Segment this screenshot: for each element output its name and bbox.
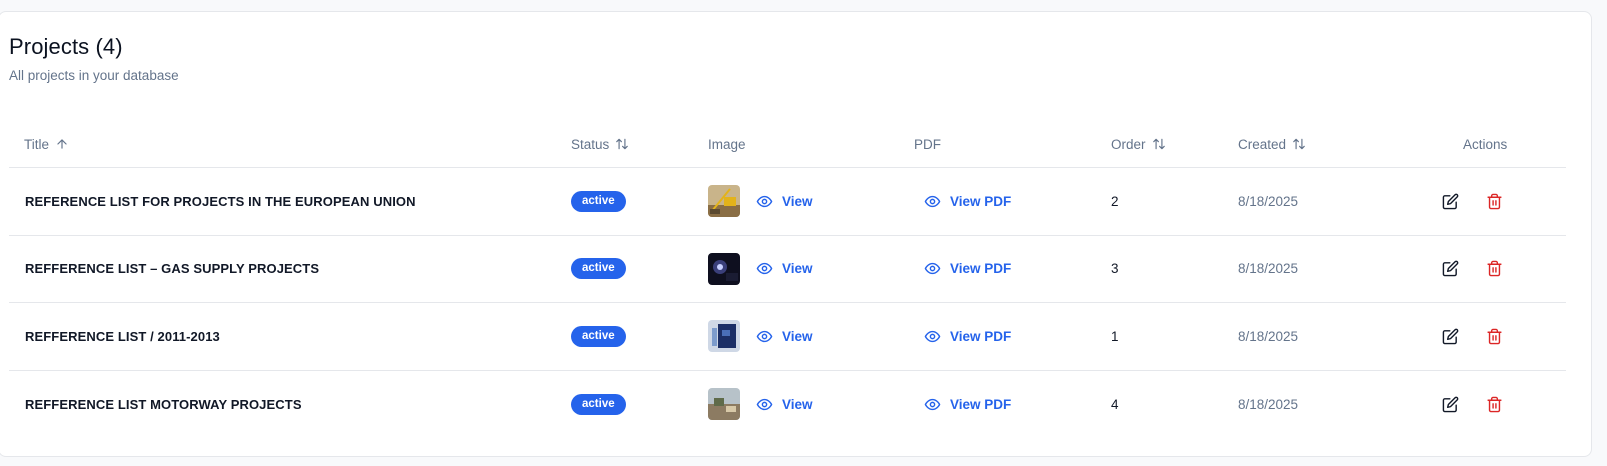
projects-card: Projects (4) All projects in your databa… xyxy=(0,11,1592,457)
view-image-link[interactable]: View xyxy=(756,193,813,210)
trash-icon[interactable] xyxy=(1486,193,1503,210)
edit-icon[interactable] xyxy=(1442,193,1459,210)
trash-icon[interactable] xyxy=(1486,328,1503,345)
view-image-label: View xyxy=(782,328,813,344)
view-pdf-label: View PDF xyxy=(950,396,1012,412)
image-cell: View xyxy=(708,236,813,303)
order-value: 4 xyxy=(1111,396,1119,412)
eye-icon xyxy=(924,195,941,207)
column-header-actions: Actions xyxy=(1463,120,1507,168)
sort-arrows-icon xyxy=(616,138,629,150)
created-date: 8/18/2025 xyxy=(1238,261,1299,277)
column-actions-label: Actions xyxy=(1463,136,1508,152)
project-thumbnail[interactable] xyxy=(708,320,740,353)
eye-icon xyxy=(756,398,773,410)
column-header-order[interactable]: Order xyxy=(1111,120,1166,168)
eye-icon xyxy=(756,263,773,275)
view-pdf-label: View PDF xyxy=(950,261,1012,277)
edit-icon[interactable] xyxy=(1442,328,1459,345)
column-header-created[interactable]: Created xyxy=(1238,120,1306,168)
project-thumbnail[interactable] xyxy=(708,252,740,285)
actions-cell xyxy=(1442,371,1503,439)
view-image-label: View xyxy=(782,261,813,277)
eye-icon xyxy=(924,330,941,342)
view-pdf-link[interactable]: View PDF xyxy=(924,193,1011,210)
page-title: Projects (4) xyxy=(9,34,123,59)
column-pdf-label: PDF xyxy=(914,136,941,152)
created-date: 8/18/2025 xyxy=(1238,396,1299,412)
actions-cell xyxy=(1442,168,1503,235)
created-date: 8/18/2025 xyxy=(1238,193,1299,209)
view-image-link[interactable]: View xyxy=(756,328,813,345)
page-subtitle: All projects in your database xyxy=(9,68,179,83)
column-status-label: Status xyxy=(571,136,610,152)
image-cell: View xyxy=(708,168,813,235)
project-title: REFFERENCE LIST MOTORWAY PROJECTS xyxy=(25,396,302,412)
table-row: REFFERENCE LIST / 2011-2013 active View … xyxy=(9,303,1566,371)
view-pdf-label: View PDF xyxy=(950,193,1012,209)
status-badge: active xyxy=(571,393,626,415)
view-image-label: View xyxy=(782,193,813,209)
view-pdf-link[interactable]: View PDF xyxy=(924,328,1011,345)
image-cell: View xyxy=(708,371,813,439)
column-header-status[interactable]: Status xyxy=(571,120,629,168)
project-thumbnail[interactable] xyxy=(708,185,740,218)
sort-arrows-icon xyxy=(1152,138,1165,150)
view-pdf-link[interactable]: View PDF xyxy=(924,260,1011,277)
column-title-label: Title xyxy=(24,136,50,152)
column-created-label: Created xyxy=(1238,136,1287,152)
table-header: Title Status Image PDF Order Created Act… xyxy=(9,120,1566,168)
project-thumbnail[interactable] xyxy=(708,388,740,421)
column-image-label: Image xyxy=(708,136,746,152)
card-header: Projects (4) All projects in your databa… xyxy=(9,34,179,83)
table-row: REFFERENCE LIST MOTORWAY PROJECTS active… xyxy=(9,371,1566,439)
actions-cell xyxy=(1442,236,1503,303)
status-badge: active xyxy=(571,190,626,212)
status-badge: active xyxy=(571,258,626,280)
status-cell: active xyxy=(571,168,626,235)
table-row: REFFERENCE LIST – GAS SUPPLY PROJECTS ac… xyxy=(9,236,1566,303)
column-header-title[interactable]: Title xyxy=(24,120,69,168)
status-cell: active xyxy=(571,303,626,370)
arrow-up-icon xyxy=(57,139,67,149)
pdf-cell: View PDF xyxy=(924,236,1011,303)
column-order-label: Order xyxy=(1111,136,1146,152)
status-badge: active xyxy=(571,325,626,347)
sort-arrows-icon xyxy=(1293,138,1305,150)
actions-cell xyxy=(1442,303,1503,370)
column-header-pdf: PDF xyxy=(914,120,941,168)
column-header-image: Image xyxy=(708,120,746,168)
order-value: 2 xyxy=(1111,193,1119,209)
order-value: 3 xyxy=(1111,261,1119,277)
view-pdf-label: View PDF xyxy=(950,328,1012,344)
image-cell: View xyxy=(708,303,813,370)
status-cell: active xyxy=(571,236,626,303)
pdf-cell: View PDF xyxy=(924,168,1011,235)
project-title: REFFERENCE LIST / 2011-2013 xyxy=(25,328,220,344)
view-pdf-link[interactable]: View PDF xyxy=(924,396,1011,413)
pdf-cell: View PDF xyxy=(924,303,1011,370)
projects-table: Title Status Image PDF Order Created Act… xyxy=(9,120,1566,438)
eye-icon xyxy=(924,398,941,410)
created-date: 8/18/2025 xyxy=(1238,328,1299,344)
project-title: REFERENCE LIST FOR PROJECTS IN THE EUROP… xyxy=(25,193,416,209)
trash-icon[interactable] xyxy=(1486,396,1503,413)
trash-icon[interactable] xyxy=(1486,260,1503,277)
pdf-cell: View PDF xyxy=(924,371,1011,439)
edit-icon[interactable] xyxy=(1442,396,1459,413)
view-image-link[interactable]: View xyxy=(756,260,813,277)
project-title: REFFERENCE LIST – GAS SUPPLY PROJECTS xyxy=(25,261,320,277)
eye-icon xyxy=(924,263,941,275)
view-image-link[interactable]: View xyxy=(756,396,813,413)
edit-icon[interactable] xyxy=(1442,260,1459,277)
status-cell: active xyxy=(571,371,626,439)
eye-icon xyxy=(756,330,773,342)
order-value: 1 xyxy=(1111,328,1119,344)
eye-icon xyxy=(756,195,773,207)
table-row: REFERENCE LIST FOR PROJECTS IN THE EUROP… xyxy=(9,168,1566,236)
view-image-label: View xyxy=(782,396,813,412)
